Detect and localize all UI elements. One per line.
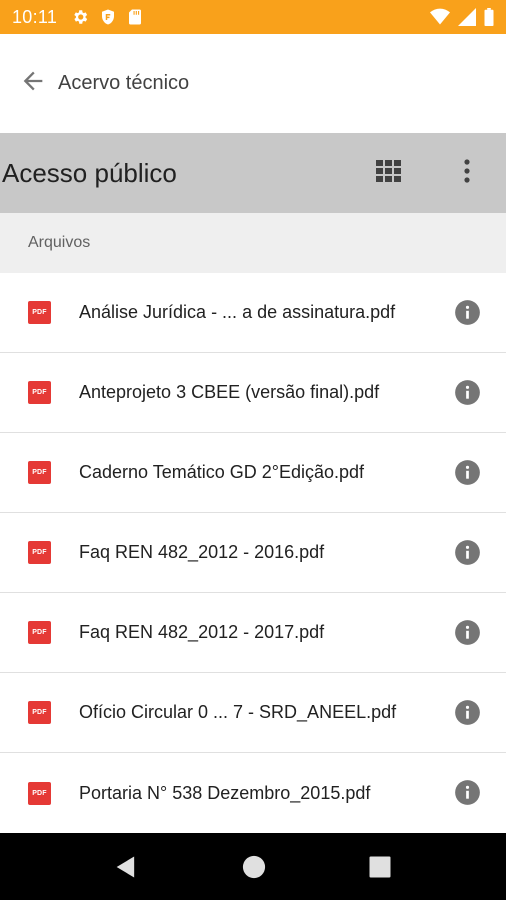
folder-title: Acesso público <box>2 157 177 188</box>
file-name: Anteprojeto 3 CBEE (versão final).pdf <box>79 382 380 402</box>
pdf-file-icon: PDF <box>28 781 51 805</box>
overflow-menu-button[interactable] <box>452 158 482 188</box>
pdf-file-icon: PDF <box>28 621 51 644</box>
app-title: Acervo técnico <box>58 72 190 94</box>
file-name: Faq REN 482_2012 - 2017.pdf <box>79 622 325 642</box>
signal-icon <box>458 8 476 26</box>
status-left-icons <box>71 8 143 26</box>
back-button[interactable] <box>18 69 48 99</box>
app-bar: Acervo técnico <box>0 34 506 133</box>
shield-icon <box>99 8 117 26</box>
status-bar: 10:11 <box>0 0 506 34</box>
info-icon[interactable] <box>454 779 481 806</box>
file-row[interactable]: PDF Faq REN 482_2012 - 2017.pdf <box>0 593 506 673</box>
file-list: PDF Análise Jurídica - ... a de assinatu… <box>0 273 506 833</box>
system-nav-bar <box>0 833 506 900</box>
info-icon[interactable] <box>454 459 481 486</box>
arrow-back-icon <box>19 67 47 100</box>
file-name: Caderno Temático GD 2°Edição.pdf <box>79 462 365 482</box>
info-icon[interactable] <box>454 299 481 326</box>
pdf-file-icon: PDF <box>28 701 51 724</box>
wifi-icon <box>430 8 450 26</box>
pdf-file-icon: PDF <box>28 381 51 404</box>
grid-view-icon <box>376 159 402 187</box>
info-icon[interactable] <box>454 699 481 726</box>
status-right-icons <box>430 8 494 26</box>
file-row[interactable]: PDF Faq REN 482_2012 - 2016.pdf <box>0 513 506 593</box>
pdf-file-icon: PDF <box>28 301 51 324</box>
file-name: Análise Jurídica - ... a de assinatura.p… <box>79 302 396 322</box>
section-label: Arquivos <box>28 234 91 251</box>
section-header: Arquivos <box>0 213 506 273</box>
info-icon[interactable] <box>454 539 481 566</box>
nav-back-icon[interactable] <box>112 853 140 881</box>
pdf-file-icon: PDF <box>28 541 51 564</box>
grid-view-button[interactable] <box>372 158 406 188</box>
file-row[interactable]: PDF Ofício Circular 0 ... 7 - SRD_ANEEL.… <box>0 673 506 753</box>
gear-icon <box>71 8 89 26</box>
file-row[interactable]: PDF Portaria N° 538 Dezembro_2015.pdf <box>0 753 506 833</box>
sd-card-icon <box>127 8 143 26</box>
info-icon[interactable] <box>454 619 481 646</box>
pdf-file-icon: PDF <box>28 461 51 484</box>
file-row[interactable]: PDF Caderno Temático GD 2°Edição.pdf <box>0 433 506 513</box>
info-icon[interactable] <box>454 379 481 406</box>
folder-header: Acesso público <box>0 133 506 213</box>
battery-icon <box>484 8 494 26</box>
file-row[interactable]: PDF Anteprojeto 3 CBEE (versão final).pd… <box>0 353 506 433</box>
more-vert-icon <box>463 158 471 188</box>
status-time: 10:11 <box>12 6 58 27</box>
nav-recents-icon[interactable] <box>366 853 394 881</box>
file-row[interactable]: PDF Análise Jurídica - ... a de assinatu… <box>0 273 506 353</box>
file-name: Faq REN 482_2012 - 2016.pdf <box>79 542 325 562</box>
file-name: Portaria N° 538 Dezembro_2015.pdf <box>79 782 371 803</box>
nav-home-icon[interactable] <box>240 853 268 881</box>
file-name: Ofício Circular 0 ... 7 - SRD_ANEEL.pdf <box>79 702 397 722</box>
